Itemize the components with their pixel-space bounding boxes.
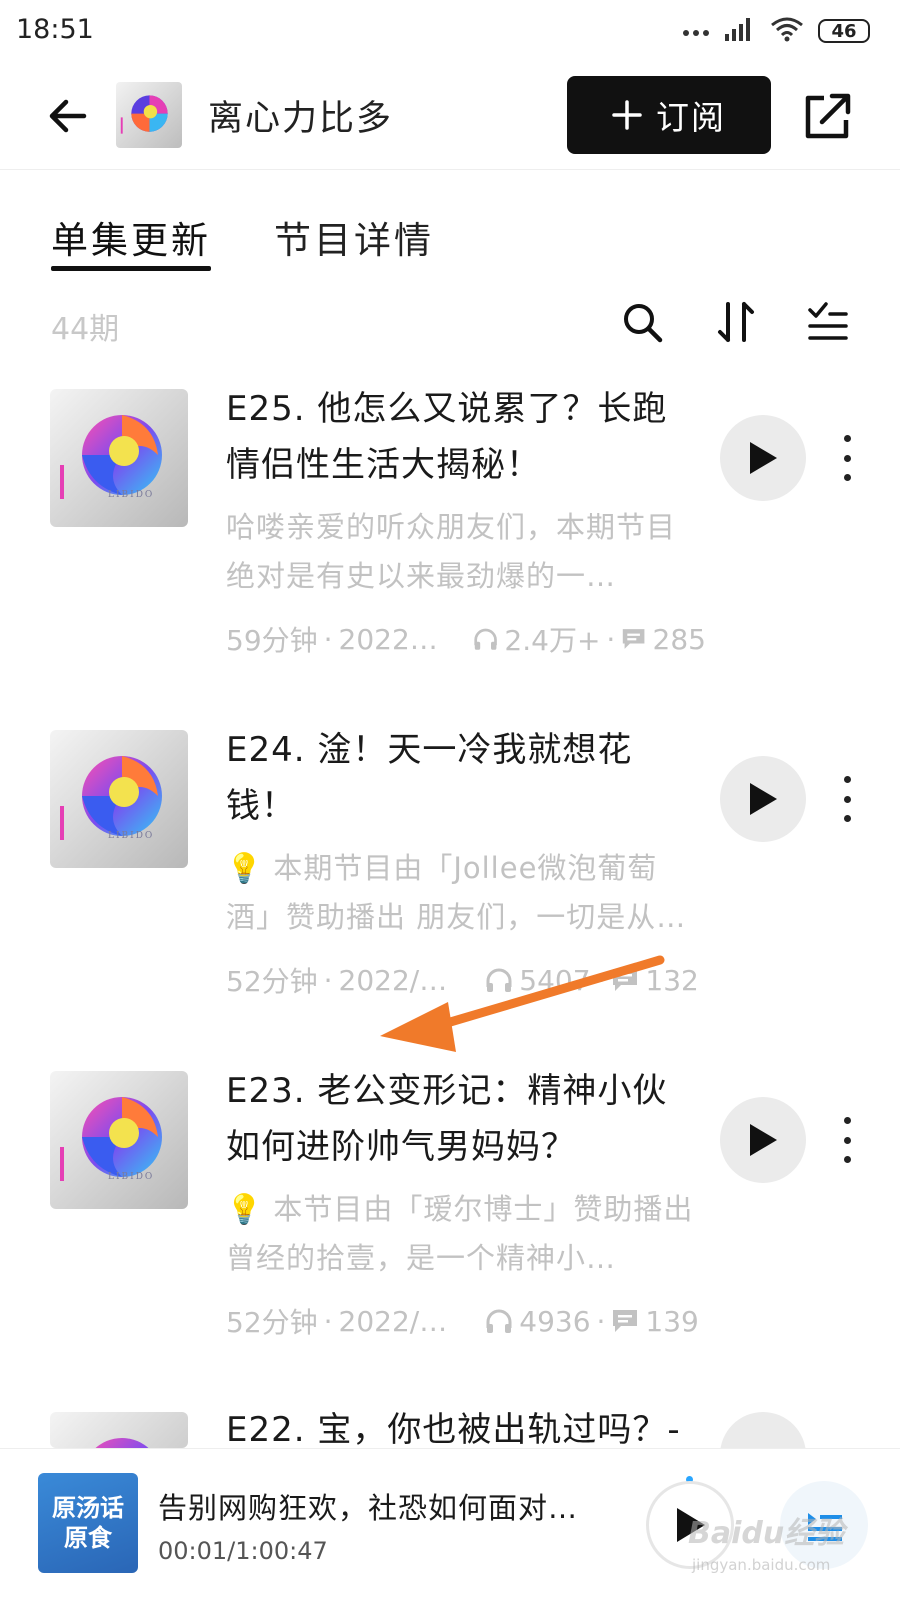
more-dot [843,474,851,481]
episode-title: E24. 淦！天一冷我就想花钱！ [226,730,633,826]
episode-date: 2022/… [338,1304,448,1338]
headphones-icon [486,1309,512,1333]
player-cover: 原汤话原食 [38,1473,138,1573]
active-tab-indicator [51,266,211,271]
share-icon [805,93,851,139]
comment-icon [623,629,645,649]
episode-plays: 2.4万+ [504,624,601,657]
more-dot [843,795,851,803]
episode-title: E23. 老公变形记：精神小伙如何进阶帅气男妈妈？ [226,1071,668,1167]
episode-plays: 4936 [519,1304,591,1338]
more-options-button[interactable] [832,776,862,822]
episode-item[interactable]: LIBIDO E23. 老公变形记：精神小伙如何进阶帅气男妈妈？ 💡 本节目由「… [0,1071,900,1391]
episode-cover: LIBIDO [50,1071,188,1209]
player-time: 00:01/1:00:47 [158,1537,328,1565]
status-bar: 18:51 46 [0,0,900,62]
tab-bar: 单集更新 节目详情 [0,202,900,274]
battery-icon: 46 [818,19,870,43]
episode-item[interactable]: LIBIDO E25. 他怎么又说累了？长跑情侣性生活大揭秘！ 哈喽亲爱的听众朋… [0,389,900,709]
more-dot [843,1136,851,1144]
plus-icon [612,100,642,130]
episode-count: 44期 [51,312,120,347]
wifi-icon [770,16,804,46]
more-dot [843,1156,851,1163]
episode-item[interactable]: E22. 宝，你也被出轨过吗？- [0,1412,900,1448]
podcast-title: 离心力比多 [208,99,394,139]
player-cover-text: 原汤话原食 [52,1493,124,1552]
search-icon [624,304,663,343]
svg-text:LIBIDO: LIBIDO [108,1172,154,1182]
sort-icon [718,302,754,342]
annotation-arrow-icon [380,955,665,1052]
episode-toolbar: 44期 [0,296,900,352]
more-options-button[interactable] [832,435,862,481]
episode-cover [50,1412,188,1448]
signal-icon [724,16,756,46]
player-track-title: 告别网购狂欢，社恐如何面对… [158,1491,579,1525]
filter-button[interactable] [806,300,850,344]
more-dots-icon [682,22,710,41]
subscribe-label: 订阅 [656,98,726,137]
play-button[interactable] [720,415,806,501]
svg-text:LIBIDO: LIBIDO [108,831,154,841]
episode-comments: 139 [645,1304,699,1338]
episode-duration: 52分钟 [226,965,318,998]
podcast-header: 离心力比多 订阅 [0,62,900,170]
episode-cover: LIBIDO [50,389,188,527]
episode-title: E22. 宝，你也被出轨过吗？- [226,1412,681,1448]
watermark-url: jingyan.baidu.com [692,1556,831,1574]
play-button[interactable] [720,1097,806,1183]
episode-title: E25. 他怎么又说累了？长跑情侣性生活大揭秘！ [226,389,668,485]
play-button[interactable] [720,756,806,842]
play-icon [750,1124,777,1156]
more-options-button[interactable] [832,1117,862,1163]
episode-duration: 59分钟 [226,624,318,657]
back-button[interactable] [44,90,96,142]
back-arrow-icon [49,99,87,133]
episode-description: 💡 本节目由「瑷尔博士」赞助播出 曾经的拾壹，是一个精神小… [226,1192,694,1275]
tab-details[interactable]: 节目详情 [274,210,434,264]
episode-description: 💡 本期节目由「Jollee微泡葡萄酒」赞助播出 朋友们，一切是从… [226,851,687,934]
svg-text:LIBIDO: LIBIDO [108,490,154,500]
filter-list-icon [808,302,848,340]
episode-description: 哈喽亲爱的听众朋友们，本期节目绝对是有史以来最劲爆的一… [226,510,677,593]
play-icon [750,783,777,815]
sort-button[interactable] [714,300,758,344]
episode-cover: LIBIDO [50,730,188,868]
status-time: 18:51 [16,14,94,45]
subscribe-button[interactable]: 订阅 [567,76,771,154]
headphones-icon [474,628,498,650]
podcast-cover [116,82,182,148]
more-dot [843,776,851,783]
episode-duration: 52分钟 [226,1306,318,1339]
episode-comments: 285 [652,622,706,656]
episode-meta: 52分钟 · 2022/… 4936 · 139 [226,1301,706,1341]
more-dot [843,815,851,822]
play-button[interactable] [720,1412,806,1448]
share-button[interactable] [800,88,856,144]
search-button[interactable] [620,300,664,344]
watermark: Baidu经验 [688,1516,845,1551]
more-dot [843,435,851,442]
comment-icon [613,1310,638,1332]
play-icon [750,442,777,474]
episode-meta: 59分钟 · 2022… 2.4万+ · 285 [226,619,706,659]
tab-episodes[interactable]: 单集更新 [51,210,211,264]
more-dot [843,454,851,462]
status-icons: 46 [682,16,870,46]
more-dot [843,1117,851,1124]
episode-date: 2022… [338,622,438,656]
